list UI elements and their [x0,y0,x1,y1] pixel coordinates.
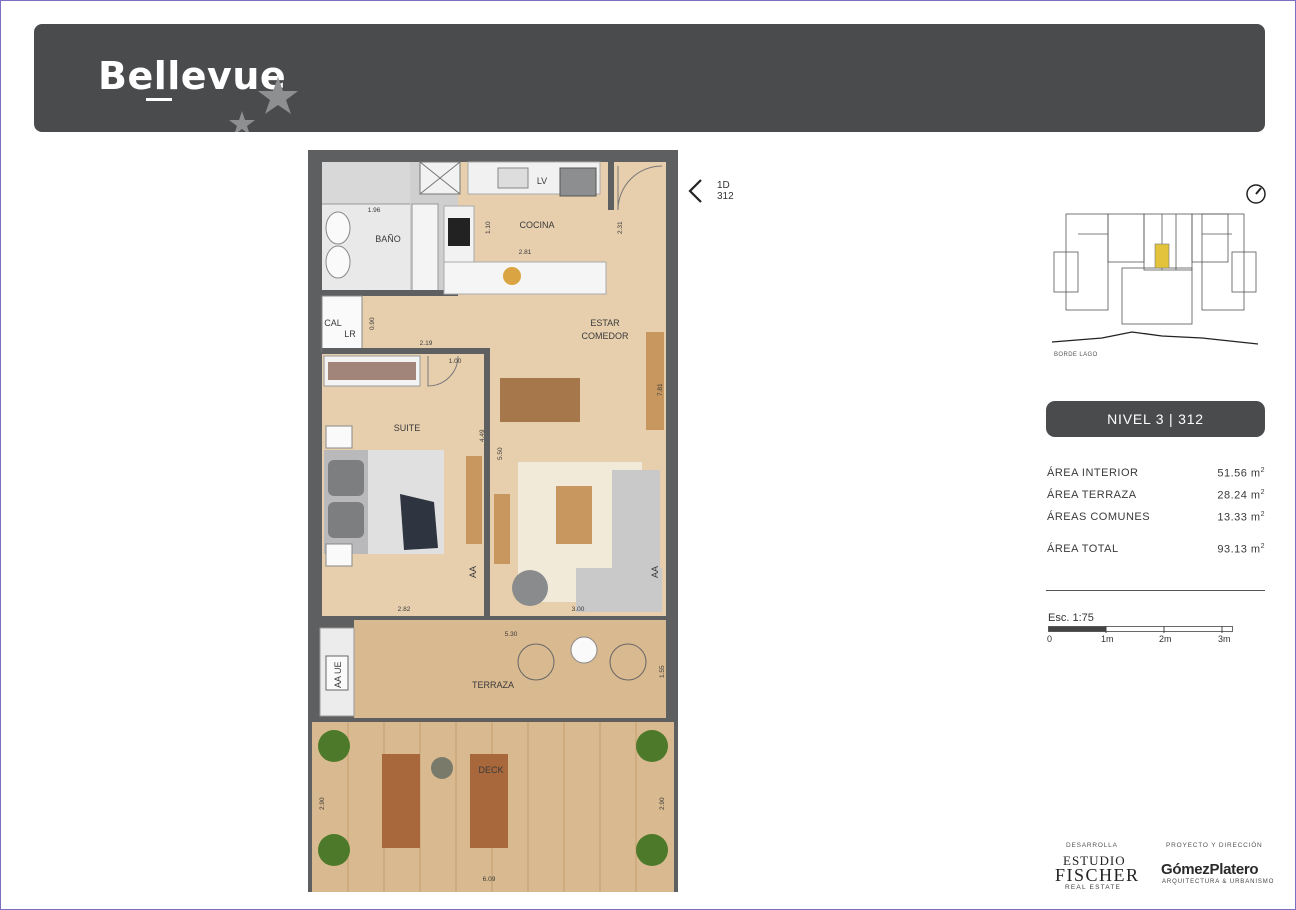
nightstand [325,425,353,449]
unit-code: 1D 312 [717,180,734,202]
area-label: ÁREAS COMUNES [1047,511,1151,523]
divider [1046,590,1265,591]
bidet [325,211,351,245]
area-value: 13.33 m2 [1217,510,1265,524]
developer-label: DESARROLLA [1066,842,1118,849]
level-label: NIVEL 3 | 312 [1107,411,1204,427]
key-plan [1052,213,1258,345]
room-label-cocina: COCINA [519,220,554,230]
label-cal: CAL [324,318,342,328]
area-label: ÁREA TERRAZA [1047,489,1137,501]
stars-icon [229,77,298,132]
chevron-left-icon [688,179,702,203]
dim-155: 1.55 [659,665,666,678]
dim-090: 0.90 [369,317,376,330]
dim-282: 2.82 [398,606,411,613]
area-value: 51.56 m2 [1217,466,1265,480]
pillow [328,502,364,538]
dim-231: 2.31 [617,221,624,234]
room-label-suite: SUITE [394,423,421,433]
area-label: ÁREA INTERIOR [1047,467,1139,479]
coffee-table [556,486,592,544]
lake-edge [1052,331,1258,345]
dim-290-right: 2.90 [659,797,666,810]
side-table [431,757,453,779]
label-aa-suite: AA [468,566,478,578]
pillow [328,460,364,496]
lounger [382,754,420,848]
dining-table [500,378,580,422]
label-lr: LR [344,329,356,339]
washer [559,167,597,197]
scale-bar [1048,626,1233,633]
room-label-estar: ESTAR [590,318,620,328]
header-bar: Bellevue [34,24,1265,132]
dim-281: 2.81 [519,249,532,256]
armchair [512,570,548,606]
fruit-bowl [503,267,521,285]
toilet [325,245,351,279]
tv-console [466,456,482,544]
floor-plan: BAÑO COCINA LV ESTAR COMEDOR SUITE TERRA… [308,150,678,892]
sink [497,167,529,189]
bookshelf [646,332,664,430]
dim-550: 5.50 [497,447,504,460]
area-row-interior: ÁREA INTERIOR 51.56 m2 [1047,462,1265,484]
label-aa-ue: AA UE [333,661,343,688]
scale-tick: 1m [1101,634,1114,644]
area-row-total: ÁREA TOTAL 93.13 m2 [1047,538,1265,560]
tv-console-living [494,494,510,564]
highlighted-unit [1154,243,1170,269]
architect-label: PROYECTO Y DIRECCIÓN [1166,842,1263,849]
dim-609: 6.09 [483,876,496,883]
developer-logo-line2: FISCHER [1055,865,1140,885]
dim-219: 2.19 [420,340,433,347]
dim-100: 1.00 [449,358,462,365]
room-label-bano: BAÑO [375,234,401,244]
room-label-comedor: COMEDOR [582,331,630,341]
keyplan-label: BORDE LAGO [1054,352,1098,358]
area-value: 93.13 m2 [1217,542,1265,556]
dim-110: 1.10 [485,221,492,234]
kitchen-island [443,261,607,295]
dim-196: 1.96 [368,207,381,214]
developer-logo-line3: REAL ESTATE [1065,884,1122,891]
compass-icon [1246,184,1266,204]
architect-subtitle: ARQUITECTURA & URBANISMO [1162,879,1275,885]
level-badge: NIVEL 3 | 312 [1046,401,1265,437]
room-label-deck: DECK [478,765,503,775]
dim-449: 4.49 [479,429,486,442]
logo-underline [146,98,172,101]
label-aa-living: AA [650,566,660,578]
architect-logo: GómezPlatero [1161,861,1259,878]
blanket [400,494,438,550]
area-row-terraza: ÁREA TERRAZA 28.24 m2 [1047,484,1265,506]
area-label: ÁREA TOTAL [1047,543,1119,555]
nightstand [325,543,353,567]
dim-300: 3.00 [572,606,585,613]
scale-tick: 3m [1218,634,1231,644]
area-value: 28.24 m2 [1217,488,1265,502]
cooktop [448,218,470,246]
room-label-terraza: TERRAZA [472,680,514,690]
room-label-lv: LV [537,176,547,186]
dim-290-left: 2.90 [319,797,326,810]
area-table: ÁREA INTERIOR 51.56 m2 ÁREA TERRAZA 28.2… [1047,462,1265,560]
scale-tick: 0 [1047,634,1053,644]
bath-vanity [411,203,439,295]
unit-code-line1: 1D [717,180,730,191]
dim-530: 5.30 [505,631,518,638]
scale-tick: 2m [1159,634,1172,644]
unit-code-line2: 312 [717,191,734,202]
scale-label: Esc. 1:75 [1048,612,1094,624]
area-row-comunes: ÁREAS COMUNES 13.33 m2 [1047,506,1265,528]
dim-781: 7.81 [657,383,664,396]
shower-area [322,162,410,204]
